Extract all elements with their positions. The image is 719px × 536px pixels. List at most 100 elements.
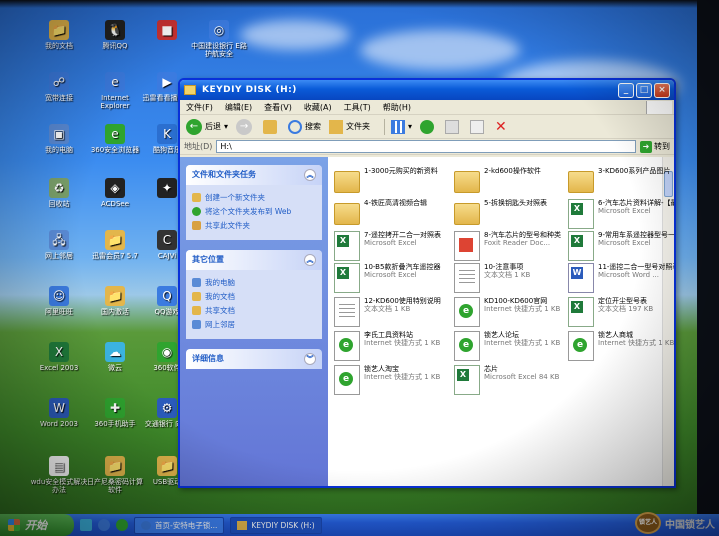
desktop-icon-label: CAJVi xyxy=(157,252,177,260)
delete-button[interactable]: ✕ xyxy=(495,119,507,135)
file-type: Internet 快捷方式 1 KB xyxy=(484,339,561,348)
menu-view[interactable]: 查看(V) xyxy=(264,102,292,113)
back-button[interactable]: ← 后退 ▾ xyxy=(186,118,228,135)
taskbar-item-browser[interactable]: 首页-安特电子锁... xyxy=(134,516,225,534)
desktop-icon[interactable]: 🖧 网上邻居 xyxy=(30,230,88,260)
desktop-app-icon: e xyxy=(105,72,125,92)
collapse-icon[interactable]: ︽ xyxy=(304,169,316,181)
desktop-icon[interactable]: ▤ wdu安全模式解决办法 xyxy=(30,456,88,494)
sync-button[interactable] xyxy=(420,119,437,134)
file-item[interactable]: 定位开尘型号表文本文档 197 KB xyxy=(568,297,674,331)
file-item[interactable]: 锁艺人商城Internet 快捷方式 1 KB xyxy=(568,331,674,365)
move-button[interactable] xyxy=(470,119,487,134)
title-bar[interactable]: KEYDIY DISK (H:) _ □ × xyxy=(180,80,674,100)
desktop-icon[interactable]: 🐧 腾讯QQ xyxy=(86,20,144,50)
quicklaunch-desktop-icon[interactable] xyxy=(80,519,92,531)
watermark: 锁艺人 中国锁艺人 xyxy=(635,512,715,534)
desktop-icon[interactable]: ◎ 中国建设银行 E路护航安全 xyxy=(190,20,248,58)
menu-edit[interactable]: 编辑(E) xyxy=(225,102,252,113)
task-publish-web[interactable]: 将这个文件夹发布到 Web xyxy=(192,206,316,217)
file-item[interactable]: 8-汽车芯片的型号和种类 Foxit Reader Doc... xyxy=(454,231,578,265)
share-icon xyxy=(192,221,201,230)
desktop: 📁 我的文档 🐧 腾讯QQ ■ ◎ 中国建设银行 E路护航安全 ☍ 宽带连接 e Internet … xyxy=(0,0,719,536)
file-item[interactable]: 李氏工具资料站Internet 快捷方式 1 KB xyxy=(334,331,458,365)
go-button[interactable]: ➜ 转到 xyxy=(640,140,670,153)
menu-favorites[interactable]: 收藏(A) xyxy=(304,102,332,113)
desktop-icon-label: 中国建设银行 E路护航安全 xyxy=(191,42,247,59)
desktop-icon[interactable]: ☁ 微云 xyxy=(86,342,144,372)
file-name: 8-汽车芯片的型号和种类 xyxy=(484,231,561,239)
quicklaunch-360-icon[interactable] xyxy=(116,519,128,531)
desktop-icon[interactable]: e Internet Explorer xyxy=(86,72,144,110)
details-header[interactable]: 详细信息 ︾ xyxy=(186,349,322,369)
file-item[interactable]: 2-kd600操作软件 xyxy=(454,167,578,201)
copy-button[interactable] xyxy=(445,119,462,134)
file-item[interactable]: 锁艺人淘宝Internet 快捷方式 1 KB xyxy=(334,365,458,399)
desktop-icon[interactable]: 📁 日产尼桑密码计算软件 xyxy=(86,456,144,494)
file-item[interactable]: 6-汽车芯片资料详解-【最新】Microsoft Excel xyxy=(568,199,674,233)
close-button[interactable]: × xyxy=(654,82,670,98)
up-folder-button[interactable] xyxy=(263,119,280,134)
desktop-icon[interactable]: 📁 我的文档 xyxy=(30,20,88,50)
file-item[interactable]: 锁艺人论坛Internet 快捷方式 1 KB xyxy=(454,331,578,365)
desktop-app-icon: ♻ xyxy=(49,178,69,198)
file-item[interactable]: 11-遥控二合一型号对照表Microsoft Word ... xyxy=(568,263,674,297)
desktop-icon[interactable]: ◈ ACDSee xyxy=(86,178,144,208)
file-item[interactable]: KD100-KD600官网Internet 快捷方式 1 KB xyxy=(454,297,578,331)
place-shared-documents[interactable]: 共享文档 xyxy=(192,305,316,316)
folder-icon xyxy=(568,171,594,193)
file-item[interactable]: 9-常用车系遥控器型号一览表Microsoft Excel xyxy=(568,231,675,265)
file-item[interactable]: 5-拆换钥匙头对照表 xyxy=(454,199,578,233)
task-share-folder[interactable]: 共享此文件夹 xyxy=(192,220,316,231)
desktop-icon[interactable]: ▣ 我的电脑 xyxy=(30,124,88,154)
desktop-app-icon: Q xyxy=(157,286,177,306)
toolbar-separator xyxy=(384,118,386,135)
desktop-icon[interactable]: e 360安全浏览器 xyxy=(86,124,144,154)
desktop-icon[interactable]: W Word 2003 xyxy=(30,398,88,428)
desktop-icon[interactable]: X Excel 2003 xyxy=(30,342,88,372)
file-item[interactable]: 芯片Microsoft Excel 84 KB xyxy=(454,365,578,399)
place-network[interactable]: 网上邻居 xyxy=(192,319,316,330)
file-item[interactable]: 3-KD600系列产品图片 xyxy=(568,167,674,201)
file-tasks-header[interactable]: 文件和文件夹任务 ︽ xyxy=(186,165,322,185)
taskbar-item-explorer[interactable]: KEYDIY DISK (H:) xyxy=(230,516,322,534)
desktop-icon[interactable]: 📁 迅雷会员7 5.7 xyxy=(86,230,144,260)
file-item[interactable]: 4-铁匠高清视频合辑 xyxy=(334,199,458,233)
menu-file[interactable]: 文件(F) xyxy=(186,102,213,113)
shared-folder-icon xyxy=(192,306,201,315)
file-item[interactable]: 10-B5款折叠汽车遥控器Microsoft Excel xyxy=(334,263,458,297)
views-button[interactable]: ▾ xyxy=(391,119,412,134)
desktop-icon[interactable]: ■ xyxy=(138,20,196,42)
file-item[interactable]: 12-KD600使用特别说明 文本文档 1 KB xyxy=(334,297,458,331)
desktop-app-icon: ⚙ xyxy=(157,398,177,418)
desktop-icon[interactable]: ☍ 宽带连接 xyxy=(30,72,88,102)
place-my-computer[interactable]: 我的电脑 xyxy=(192,277,316,288)
desktop-icon[interactable]: 📁 国内激活 xyxy=(86,286,144,316)
quicklaunch-ie-icon[interactable] xyxy=(98,519,110,531)
forward-button[interactable]: → xyxy=(236,118,255,135)
start-button[interactable]: 开始 xyxy=(0,514,74,536)
menu-tools[interactable]: 工具(T) xyxy=(344,102,371,113)
desktop-app-icon: 🐧 xyxy=(105,20,125,40)
minimize-button[interactable]: _ xyxy=(618,82,634,98)
collapse-icon[interactable]: ︽ xyxy=(304,254,316,266)
desktop-icon-label: Excel 2003 xyxy=(39,364,79,372)
menu-help[interactable]: 帮助(H) xyxy=(383,102,411,113)
file-item[interactable]: 7-遥控拷开二合一对照表Microsoft Excel xyxy=(334,231,458,265)
other-places-header[interactable]: 其它位置 ︽ xyxy=(186,250,322,270)
file-item[interactable]: 10-注意事项 文本文档 1 KB xyxy=(454,263,578,297)
place-my-documents[interactable]: 我的文档 xyxy=(192,291,316,302)
search-button[interactable]: 搜索 xyxy=(288,119,321,134)
desktop-icon[interactable]: ♻ 回收站 xyxy=(30,178,88,208)
desktop-icon[interactable]: ☺ 阿里旺旺 xyxy=(30,286,88,316)
explorer-window[interactable]: KEYDIY DISK (H:) _ □ × 文件(F) 编辑(E) 查看(V)… xyxy=(178,78,676,488)
maximize-button[interactable]: □ xyxy=(636,82,652,98)
address-input[interactable]: H:\ xyxy=(216,140,636,153)
desktop-icon[interactable]: ✚ 360手机助手 xyxy=(86,398,144,428)
folders-button[interactable]: 文件夹 xyxy=(329,119,370,134)
file-item[interactable]: 1-3000元购买的新资料 xyxy=(334,167,458,201)
file-type: Foxit Reader Doc... xyxy=(484,239,551,248)
file-name: 9-常用车系遥控器型号一览表 xyxy=(598,231,675,239)
task-new-folder[interactable]: 创建一个新文件夹 xyxy=(192,192,316,203)
expand-icon[interactable]: ︾ xyxy=(304,353,316,365)
